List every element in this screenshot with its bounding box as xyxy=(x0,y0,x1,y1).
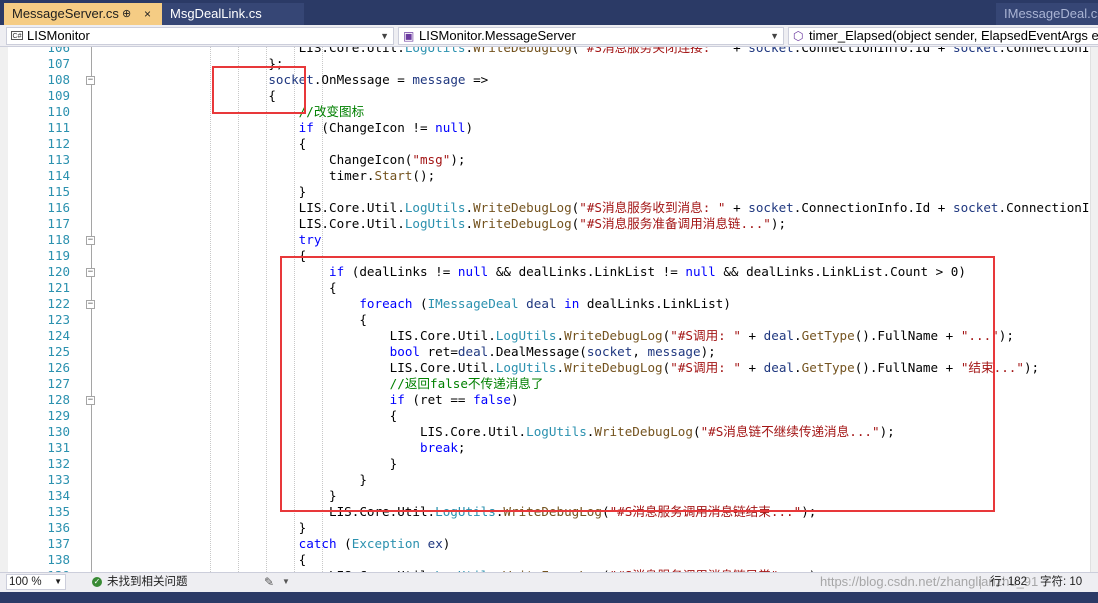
project-name: LISMonitor xyxy=(27,28,90,43)
window-bottom-border xyxy=(0,592,1098,603)
line-number: 122 xyxy=(47,296,70,311)
line-number: 119 xyxy=(47,248,70,263)
code-text: LIS.Core.Util.LogUtils.WriteDebugLog("#S… xyxy=(238,216,787,231)
line-number: 121 xyxy=(47,280,70,295)
code-text: try xyxy=(298,232,322,247)
tab-imessagedeal[interactable]: IMessageDeal.cs xyxy=(996,3,1098,25)
line-number: 111 xyxy=(47,120,70,135)
class-icon: ▣ xyxy=(403,29,415,43)
line-number: 124 xyxy=(47,328,70,343)
code-text: { xyxy=(238,136,307,151)
line-number: 135 xyxy=(47,504,70,519)
row-indicator: 行: 182 xyxy=(990,576,1028,588)
line-number: 107 xyxy=(47,56,70,71)
line-number: 137 xyxy=(47,536,70,551)
chevron-down-icon[interactable]: ▼ xyxy=(282,573,290,591)
member-name: timer_Elapsed(object sender, ElapsedEven… xyxy=(809,28,1098,43)
code-text: } xyxy=(238,520,307,535)
line-number: 110 xyxy=(47,104,70,119)
line-number: 114 xyxy=(47,168,70,183)
line-number: 123 xyxy=(47,312,70,327)
code-line: 107 }; xyxy=(0,56,1098,72)
tab-label: MessageServer.cs xyxy=(12,6,119,21)
zoom-level: 100 % xyxy=(9,576,42,588)
code-line: 137 catch (Exception ex) xyxy=(0,536,1098,552)
chevron-down-icon: ▼ xyxy=(54,577,62,586)
line-number: 134 xyxy=(47,488,70,503)
code-line: 116 LIS.Core.Util.LogUtils.WriteDebugLog… xyxy=(0,200,1098,216)
line-number: 117 xyxy=(47,216,70,231)
status-bar: 100 % ▼ ✓ 未找到相关问题 ✎ ▼ https://blog.csdn.… xyxy=(0,572,1098,592)
code-line: 117 LIS.Core.Util.LogUtils.WriteDebugLog… xyxy=(0,216,1098,232)
code-text: catch (Exception ex) xyxy=(298,536,451,551)
line-number: 127 xyxy=(47,376,70,391)
code-text: { xyxy=(238,552,307,567)
method-icon: ⬡ xyxy=(793,29,804,43)
line-number: 113 xyxy=(47,152,70,167)
tab-label: MsgDealLink.cs xyxy=(170,6,262,21)
check-circle-icon: ✓ xyxy=(92,577,102,587)
tab-label: IMessageDeal.cs xyxy=(1004,6,1098,21)
code-line: 136 } xyxy=(0,520,1098,536)
class-dropdown[interactable]: ▣ LISMonitor.MessageServer ▼ xyxy=(398,27,784,45)
navigation-bar: C# LISMonitor ▼ ▣ LISMonitor.MessageServ… xyxy=(0,25,1098,47)
csharp-project-icon: C# xyxy=(11,31,23,40)
code-line: 110 //改变图标 xyxy=(0,104,1098,120)
chevron-down-icon: ▼ xyxy=(770,31,779,41)
line-number: 109 xyxy=(47,88,70,103)
pin-icon[interactable]: ⊕ xyxy=(122,3,131,25)
line-number: 116 xyxy=(47,200,70,215)
code-text: timer.Start(); xyxy=(238,168,436,183)
line-number: 130 xyxy=(47,424,70,439)
chevron-down-icon: ▼ xyxy=(380,31,389,41)
tab-msgdeallink[interactable]: MsgDealLink.cs xyxy=(162,3,304,25)
code-line: 114 timer.Start(); xyxy=(0,168,1098,184)
code-line: 118 try xyxy=(0,232,1098,248)
line-number: 132 xyxy=(47,456,70,471)
line-number: 112 xyxy=(47,136,70,151)
code-line: 109 { xyxy=(0,88,1098,104)
code-line: 108 socket.OnMessage = message => xyxy=(0,72,1098,88)
line-number: 125 xyxy=(47,344,70,359)
line-number: 120 xyxy=(47,264,70,279)
issues-status[interactable]: 未找到相关问题 xyxy=(107,573,188,591)
line-number: 136 xyxy=(47,520,70,535)
line-number: 129 xyxy=(47,408,70,423)
code-text: if (ChangeIcon != null) xyxy=(298,120,474,135)
line-number: 118 xyxy=(47,232,70,247)
project-dropdown[interactable]: C# LISMonitor ▼ xyxy=(6,27,394,45)
code-line: 111 if (ChangeIcon != null) xyxy=(0,120,1098,136)
line-number: 131 xyxy=(47,440,70,455)
tab-messageserver[interactable]: MessageServer.cs ⊕ × xyxy=(4,3,162,25)
line-number: 115 xyxy=(47,184,70,199)
class-name: LISMonitor.MessageServer xyxy=(419,28,576,43)
brush-icon[interactable]: ✎ xyxy=(264,573,274,591)
code-text: LIS.Core.Util.LogUtils.WriteDebugLog("#S… xyxy=(238,200,1098,215)
column-indicator: 字符: 10 xyxy=(1040,576,1083,588)
code-line: 106 LIS.Core.Util.LogUtils.WriteDebugLog… xyxy=(0,47,1098,56)
line-number: 133 xyxy=(47,472,70,487)
line-number: 128 xyxy=(47,392,70,407)
code-text: } xyxy=(238,184,307,199)
code-text: ChangeIcon("msg"); xyxy=(238,152,466,167)
close-icon[interactable]: × xyxy=(144,3,151,25)
vertical-scrollbar[interactable] xyxy=(1090,47,1098,572)
member-dropdown[interactable]: ⬡ timer_Elapsed(object sender, ElapsedEv… xyxy=(788,27,1098,45)
code-editor[interactable]: − − − − − 106 LIS.Core.Util.LogUtils.WriteDe… xyxy=(0,47,1098,572)
code-line: 113 ChangeIcon("msg"); xyxy=(0,152,1098,168)
line-number: 138 xyxy=(47,552,70,567)
line-number: 126 xyxy=(47,360,70,375)
highlight-box-onmessage xyxy=(212,66,306,114)
line-number: 106 xyxy=(47,47,70,55)
code-line: 115 } xyxy=(0,184,1098,200)
code-line: 138 { xyxy=(0,552,1098,568)
highlight-box-message-chain xyxy=(280,256,995,512)
zoom-dropdown[interactable]: 100 % ▼ xyxy=(6,574,66,590)
code-text: LIS.Core.Util.LogUtils.WriteDebugLog("#S… xyxy=(238,47,1098,55)
status-separator xyxy=(980,576,981,589)
code-line: 112 { xyxy=(0,136,1098,152)
document-tab-bar: MessageServer.cs ⊕ × MsgDealLink.cs IMes… xyxy=(0,0,1098,25)
line-number: 108 xyxy=(47,72,70,87)
